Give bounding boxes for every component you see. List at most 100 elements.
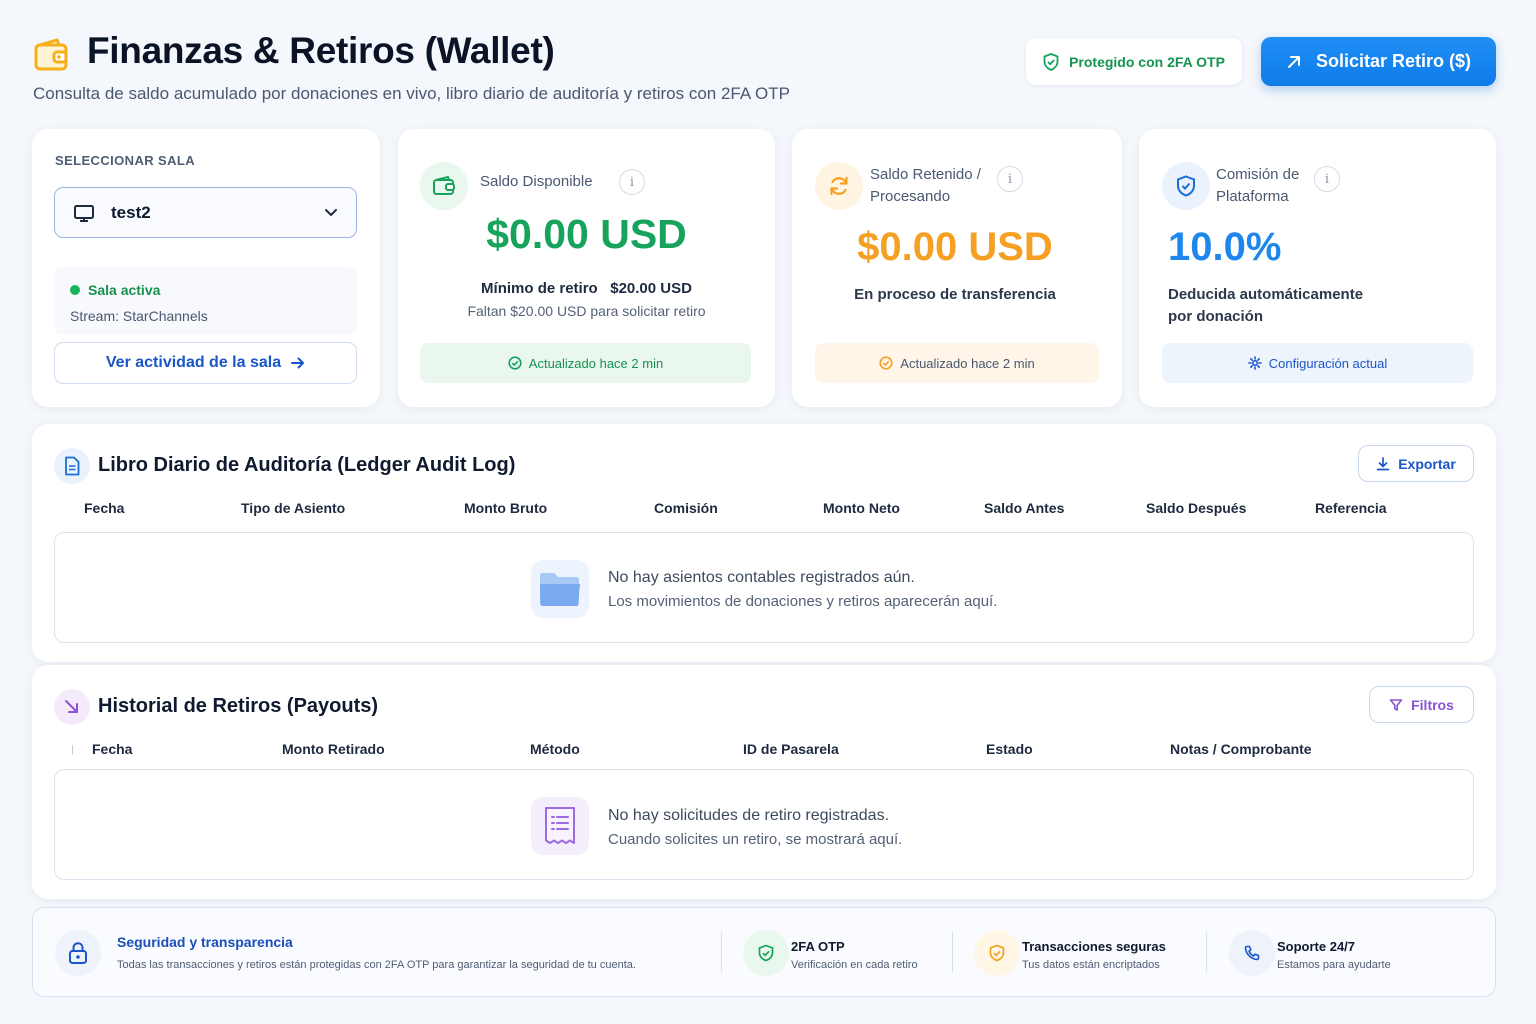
column-header: Saldo Después (1146, 500, 1247, 516)
shield-check-icon (1162, 162, 1210, 210)
updated-status: Actualizado hace 2 min (420, 343, 751, 383)
held-balance-card: Saldo Retenido / Procesando i $0.00 USD … (792, 129, 1122, 407)
column-header: Fecha (92, 741, 133, 757)
payout-empty-state: No hay solicitudes de retiro registradas… (54, 769, 1474, 880)
column-header: Referencia (1315, 500, 1387, 516)
divider (1206, 932, 1207, 972)
current-config-label: Configuración actual (1268, 355, 1388, 371)
monitor-icon (73, 203, 95, 223)
updated-label: Actualizado hace 2 min (528, 355, 664, 371)
divider (952, 932, 953, 972)
column-header: Monto Neto (823, 500, 900, 516)
platform-fee-title: Comisión de Plataforma (1216, 164, 1299, 208)
filters-button[interactable]: Filtros (1369, 686, 1474, 723)
request-withdrawal-label: Solicitar Retiro ($) (1315, 51, 1472, 71)
check-circle-icon (879, 356, 893, 370)
receipt-icon (531, 797, 589, 855)
column-header: Saldo Antes (984, 500, 1065, 516)
arrow-down-right-icon (54, 689, 90, 725)
payout-history-section: Historial de Retiros (Payouts) Filtros F… (32, 665, 1496, 899)
column-header: ID de Pasarela (743, 741, 839, 757)
chevron-down-icon (324, 208, 338, 218)
security-item-title: Transacciones seguras (1022, 939, 1166, 954)
column-header: Fecha (84, 500, 125, 516)
ledger-title: Libro Diario de Auditoría (Ledger Audit … (98, 454, 516, 476)
page-title: Finanzas & Retiros (Wallet) (87, 30, 555, 71)
updated-label: Actualizado hace 2 min (900, 355, 1035, 371)
held-balance-title: Saldo Retenido / Procesando (870, 164, 981, 208)
room-select-dropdown[interactable]: test2 (54, 187, 357, 238)
page-subtitle: Consulta de saldo acumulado por donacion… (33, 84, 790, 103)
info-icon[interactable]: i (997, 166, 1023, 192)
column-header: Estado (986, 741, 1033, 757)
room-select-value: test2 (111, 202, 151, 222)
request-withdrawal-button[interactable]: Solicitar Retiro ($) (1261, 37, 1496, 86)
security-item-title: 2FA OTP (791, 939, 845, 954)
held-balance-amount: $0.00 USD (857, 225, 1053, 269)
held-balance-note: En proceso de transferencia (854, 286, 1056, 303)
security-chip: Protegido con 2FA OTP (1026, 38, 1242, 85)
remaining-to-withdraw: Faltan $20.00 USD para solicitar retiro (467, 303, 706, 319)
folder-icon (531, 560, 589, 618)
security-banner: Seguridad y transparencia Todas las tran… (32, 907, 1496, 997)
info-icon[interactable]: i (1314, 166, 1340, 192)
arrow-up-right-icon (1286, 54, 1302, 70)
security-item-subtitle: Verificación en cada retiro (791, 959, 918, 971)
filter-icon (1389, 698, 1403, 712)
payout-empty-title: No hay solicitudes de retiro registradas… (608, 807, 890, 824)
payout-empty-subtitle: Cuando solicites un retiro, se mostrará … (608, 831, 903, 848)
minimum-withdrawal-label: Mínimo de retiro (481, 280, 598, 297)
ledger-empty-state: No hay asientos contables registrados aú… (54, 532, 1474, 643)
download-icon (1376, 456, 1390, 471)
shield-check-icon (1043, 52, 1059, 71)
arrow-right-icon (291, 356, 305, 370)
security-title: Seguridad y transparencia (117, 934, 293, 950)
room-status-panel: Sala activa Stream: StarChannels (54, 267, 357, 335)
column-divider (72, 745, 73, 755)
shield-icon (974, 930, 1020, 976)
ledger-audit-section: Libro Diario de Auditoría (Ledger Audit … (32, 424, 1496, 662)
export-label: Exportar (1398, 455, 1456, 472)
platform-fee-value: 10.0% (1168, 225, 1282, 269)
held-balance-title-line2: Procesando (870, 188, 951, 205)
gear-icon (1247, 356, 1262, 370)
platform-fee-card: Comisión de Plataforma i 10.0% Deducida … (1139, 129, 1496, 407)
export-button[interactable]: Exportar (1358, 445, 1474, 482)
security-chip-label: Protegido con 2FA OTP (1069, 53, 1225, 70)
room-status: Sala activa (88, 282, 161, 298)
filters-label: Filtros (1411, 696, 1454, 713)
divider (721, 932, 722, 972)
room-select-label: SELECCIONAR SALA (55, 153, 196, 168)
status-dot (70, 285, 80, 295)
current-config-button[interactable]: Configuración actual (1162, 343, 1473, 383)
platform-fee-title-line2: Plataforma (1216, 188, 1289, 205)
platform-fee-note-line1: Deducida automáticamente (1168, 286, 1364, 303)
available-balance-title: Saldo Disponible (480, 173, 593, 190)
phone-icon (1229, 930, 1275, 976)
document-icon (54, 448, 90, 484)
column-header: Tipo de Asiento (241, 500, 346, 516)
payout-history-title: Historial de Retiros (Payouts) (98, 695, 379, 717)
column-header: Notas / Comprobante (1170, 741, 1312, 757)
check-circle-icon (508, 356, 522, 370)
column-header: Monto Retirado (282, 741, 385, 757)
minimum-withdrawal-value: $20.00 USD (610, 280, 692, 297)
column-header: Método (530, 741, 580, 757)
updated-status: Actualizado hace 2 min (815, 343, 1099, 383)
security-item-subtitle: Tus datos están encriptados (1022, 959, 1160, 971)
column-header: Comisión (654, 500, 718, 516)
column-header: Monto Bruto (464, 500, 548, 516)
security-subtitle: Todas las transacciones y retiros están … (117, 959, 636, 971)
shield-check-icon (743, 930, 789, 976)
info-icon[interactable]: i (619, 169, 645, 195)
view-room-activity-button[interactable]: Ver actividad de la sala (54, 342, 357, 384)
available-balance-card: Saldo Disponible i $0.00 USD Mínimo de r… (398, 129, 775, 407)
security-item-title: Soporte 24/7 (1277, 939, 1356, 954)
room-stream: Stream: StarChannels (70, 308, 208, 324)
refresh-icon (815, 162, 863, 210)
minimum-withdrawal: Mínimo de retiro $20.00 USD (398, 280, 775, 297)
wallet-green-icon (420, 162, 468, 210)
wallet-icon (33, 37, 69, 73)
lock-icon (55, 930, 101, 976)
platform-fee-title-line1: Comisión de (1216, 166, 1300, 183)
